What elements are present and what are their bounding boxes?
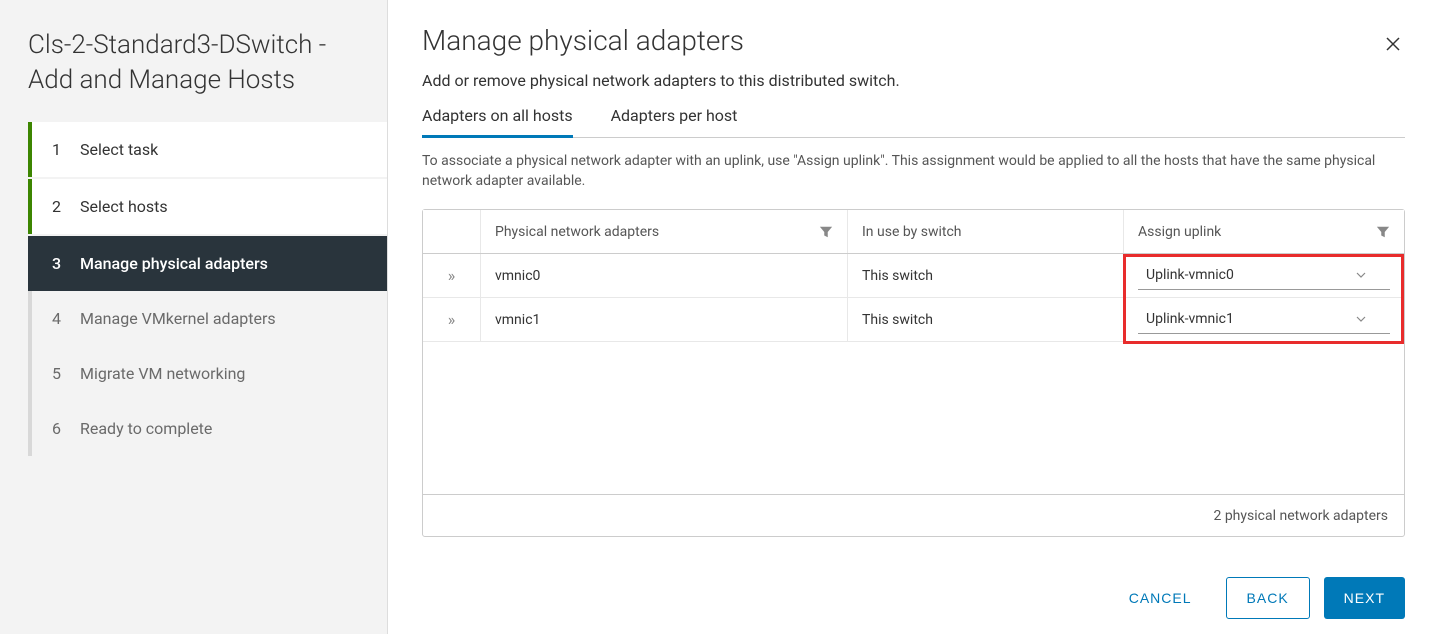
step-label: Manage VMkernel adapters — [80, 309, 276, 328]
tab-adapters-per-host[interactable]: Adapters per host — [611, 106, 738, 138]
step-label: Select hosts — [80, 197, 168, 216]
step-number: 2 — [52, 197, 76, 216]
step-manage-physical-adapters[interactable]: 3 Manage physical adapters — [28, 236, 387, 291]
main-panel: Manage physical adapters Add or remove p… — [388, 0, 1439, 634]
cell-switch: This switch — [848, 254, 1124, 297]
col-header-label: Assign uplink — [1138, 224, 1221, 240]
table-row: » vmnic1 This switch Uplink-vmnic1 — [423, 298, 1404, 342]
chevron-double-right-icon: » — [448, 266, 456, 285]
step-select-task[interactable]: 1 Select task — [28, 122, 387, 177]
step-number: 1 — [52, 140, 76, 159]
col-header-adapter[interactable]: Physical network adapters — [481, 210, 848, 253]
close-button[interactable] — [1381, 32, 1405, 56]
wizard-sidebar: Cls-2-Standard3-DSwitch - Add and Manage… — [0, 0, 388, 634]
chevron-double-right-icon: » — [448, 310, 456, 329]
page-subtitle: Add or remove physical network adapters … — [422, 71, 1405, 90]
step-manage-vmkernel-adapters[interactable]: 4 Manage VMkernel adapters — [28, 291, 387, 346]
cell-adapter: vmnic0 — [481, 254, 848, 297]
step-number: 3 — [52, 254, 76, 273]
cancel-button[interactable]: CANCEL — [1109, 577, 1212, 619]
wizard-title: Cls-2-Standard3-DSwitch - Add and Manage… — [0, 28, 387, 122]
cell-uplink: Uplink-vmnic1 — [1124, 298, 1404, 341]
back-button[interactable]: BACK — [1226, 577, 1310, 619]
select-value: Uplink-vmnic0 — [1146, 267, 1234, 283]
step-migrate-vm-networking[interactable]: 5 Migrate VM networking — [28, 346, 387, 401]
step-label: Migrate VM networking — [80, 364, 245, 383]
col-header-label: In use by switch — [862, 224, 962, 240]
adapters-grid: Physical network adapters In use by swit… — [422, 209, 1405, 537]
col-header-uplink[interactable]: Assign uplink — [1124, 210, 1404, 253]
uplink-select[interactable]: Uplink-vmnic0 — [1138, 262, 1390, 290]
chevron-down-icon — [1356, 272, 1366, 278]
next-button[interactable]: NEXT — [1324, 577, 1405, 619]
grid-header: Physical network adapters In use by swit… — [423, 210, 1404, 254]
step-label: Ready to complete — [80, 419, 212, 438]
step-select-hosts[interactable]: 2 Select hosts — [28, 179, 387, 234]
step-number: 5 — [52, 364, 76, 383]
page-title: Manage physical adapters — [422, 24, 1405, 57]
close-icon — [1385, 36, 1401, 52]
tabs: Adapters on all hosts Adapters per host — [422, 106, 1405, 138]
wizard-steps: 1 Select task 2 Select hosts 3 Manage ph… — [0, 122, 387, 456]
grid-body: » vmnic0 This switch Uplink-vmnic0 » — [423, 254, 1404, 494]
cell-uplink: Uplink-vmnic0 — [1124, 254, 1404, 297]
table-row: » vmnic0 This switch Uplink-vmnic0 — [423, 254, 1404, 298]
filter-icon[interactable] — [819, 225, 833, 239]
cell-switch: This switch — [848, 298, 1124, 341]
grid-count: 2 physical network adapters — [1213, 508, 1388, 524]
uplink-select[interactable]: Uplink-vmnic1 — [1138, 306, 1390, 334]
step-number: 4 — [52, 309, 76, 328]
col-expand — [423, 210, 481, 253]
step-number: 6 — [52, 419, 76, 438]
select-value: Uplink-vmnic1 — [1146, 311, 1234, 327]
cell-adapter: vmnic1 — [481, 298, 848, 341]
col-header-label: Physical network adapters — [495, 224, 659, 240]
step-ready-to-complete[interactable]: 6 Ready to complete — [28, 401, 387, 456]
chevron-down-icon — [1356, 316, 1366, 322]
step-label: Manage physical adapters — [80, 254, 268, 273]
grid-footer: 2 physical network adapters — [423, 494, 1404, 536]
tab-description: To associate a physical network adapter … — [422, 152, 1405, 191]
tab-adapters-all-hosts[interactable]: Adapters on all hosts — [422, 106, 573, 138]
expand-button[interactable]: » — [423, 254, 481, 297]
col-header-switch[interactable]: In use by switch — [848, 210, 1124, 253]
filter-icon[interactable] — [1376, 225, 1390, 239]
button-bar: CANCEL BACK NEXT — [422, 577, 1405, 619]
expand-button[interactable]: » — [423, 298, 481, 341]
step-label: Select task — [80, 140, 158, 159]
